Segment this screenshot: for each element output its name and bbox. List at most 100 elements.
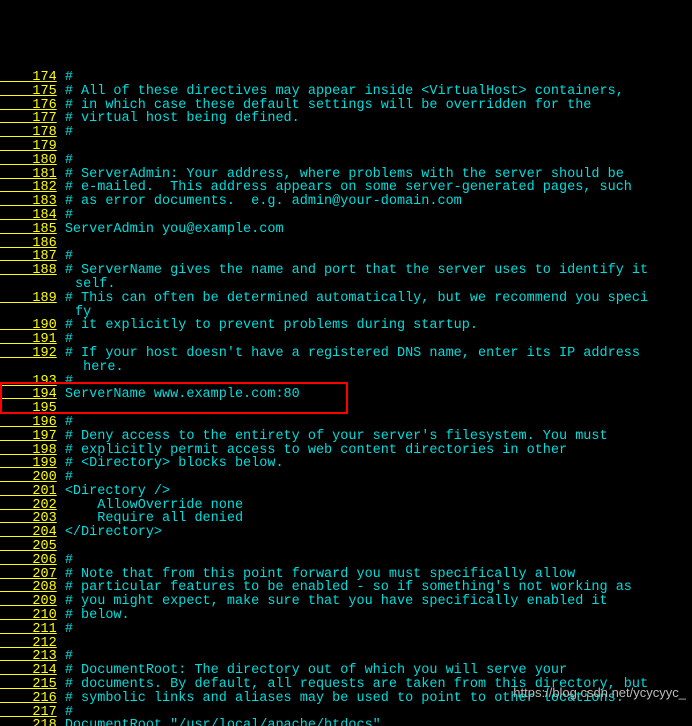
- line-number: 177: [0, 111, 57, 126]
- line-number: 194: [0, 387, 57, 402]
- line-number: 193: [0, 374, 57, 389]
- code-line: 187 #: [0, 250, 692, 264]
- code-line: 195: [0, 402, 692, 416]
- line-text: #: [57, 649, 73, 664]
- line-text: here.: [75, 360, 124, 375]
- line-text: # This can often be determined automatic…: [57, 291, 648, 306]
- line-text: AllowOverride none: [57, 498, 243, 513]
- line-number: 176: [0, 98, 57, 113]
- code-line: 204 </Directory>: [0, 526, 692, 540]
- code-line: 211 #: [0, 623, 692, 637]
- code-line: 203 Require all denied: [0, 512, 692, 526]
- line-text: # DocumentRoot: The directory out of whi…: [57, 663, 567, 678]
- line-number: 189: [0, 291, 57, 306]
- code-line: 176 # in which case these default settin…: [0, 99, 692, 113]
- line-number: 199: [0, 456, 57, 471]
- line-text: # ServerAdmin: Your address, where probl…: [57, 167, 624, 182]
- line-text: # explicitly permit access to web conten…: [57, 443, 567, 458]
- code-line: 207 # Note that from this point forward …: [0, 568, 692, 582]
- line-number: 187: [0, 249, 57, 264]
- code-line: 189 # This can often be determined autom…: [0, 292, 692, 306]
- line-number: 198: [0, 443, 57, 458]
- code-line: 182 # e-mailed. This address appears on …: [0, 181, 692, 195]
- line-number: 205: [0, 539, 57, 554]
- code-line: 190 # it explicitly to prevent problems …: [0, 319, 692, 333]
- line-text: #: [57, 153, 73, 168]
- line-text: ServerName www.example.com:80: [57, 387, 300, 402]
- line-number: 214: [0, 663, 57, 678]
- code-line: 191 #: [0, 333, 692, 347]
- line-text: #: [57, 470, 73, 485]
- code-line: 183 # as error documents. e.g. admin@you…: [0, 195, 692, 209]
- line-number: 207: [0, 567, 57, 582]
- code-line: 188 # ServerName gives the name and port…: [0, 264, 692, 278]
- code-line: 194 ServerName www.example.com:80: [0, 388, 692, 402]
- code-line: 197 # Deny access to the entirety of you…: [0, 430, 692, 444]
- code-line: 177 # virtual host being defined.: [0, 112, 692, 126]
- code-line: 208 # particular features to be enabled …: [0, 581, 692, 595]
- line-number: 175: [0, 84, 57, 99]
- line-text: [57, 401, 65, 416]
- line-number: 209: [0, 594, 57, 609]
- line-number: 212: [0, 636, 57, 651]
- watermark-text: https://blog.csdn.net/ycycyyc_: [513, 686, 686, 700]
- line-number: 217: [0, 705, 57, 720]
- line-number: 211: [0, 622, 57, 637]
- code-line: 205: [0, 540, 692, 554]
- code-line: 192 # If your host doesn't have a regist…: [0, 347, 692, 361]
- line-text: #: [57, 374, 73, 389]
- line-text: <Directory />: [57, 484, 170, 499]
- line-number: 200: [0, 470, 57, 485]
- code-line: 193 #: [0, 375, 692, 389]
- code-line: 217 #: [0, 706, 692, 720]
- line-text: # below.: [57, 608, 130, 623]
- line-text: Require all denied: [57, 511, 243, 526]
- line-number: 178: [0, 125, 57, 140]
- line-number: 216: [0, 691, 57, 706]
- code-line: 218 DocumentRoot "/usr/local/apache/htdo…: [0, 719, 692, 726]
- line-number: 215: [0, 677, 57, 692]
- code-line: 185 ServerAdmin you@example.com: [0, 223, 692, 237]
- code-line: 178 #: [0, 126, 692, 140]
- line-text: # All of these directives may appear ins…: [57, 84, 624, 99]
- line-number: 188: [0, 263, 57, 278]
- line-text: ServerAdmin you@example.com: [57, 222, 284, 237]
- code-line: 214 # DocumentRoot: The directory out of…: [0, 664, 692, 678]
- code-line: 202 AllowOverride none: [0, 499, 692, 513]
- line-text: #: [57, 70, 73, 85]
- line-text: [57, 636, 65, 651]
- line-text: # particular features to be enabled - so…: [57, 580, 632, 595]
- line-text: self.: [75, 277, 116, 292]
- code-line: 199 # <Directory> blocks below.: [0, 457, 692, 471]
- code-line: 181 # ServerAdmin: Your address, where p…: [0, 168, 692, 182]
- line-number: 202: [0, 498, 57, 513]
- code-line: 174 #: [0, 71, 692, 85]
- line-number: 213: [0, 649, 57, 664]
- line-text: [57, 139, 65, 154]
- line-text: #: [57, 553, 73, 568]
- code-line: 210 # below.: [0, 609, 692, 623]
- line-text: #: [57, 332, 73, 347]
- line-text: # it explicitly to prevent problems duri…: [57, 318, 478, 333]
- code-line: 206 #: [0, 554, 692, 568]
- line-number: 183: [0, 194, 57, 209]
- line-text: # as error documents. e.g. admin@your-do…: [57, 194, 462, 209]
- code-line: 175 # All of these directives may appear…: [0, 85, 692, 99]
- line-number: 190: [0, 318, 57, 333]
- line-text: # <Directory> blocks below.: [57, 456, 284, 471]
- line-number: 210: [0, 608, 57, 623]
- line-text: #: [57, 249, 73, 264]
- line-number: 208: [0, 580, 57, 595]
- terminal-output[interactable]: 174 # 175 # All of these directives may …: [0, 69, 692, 726]
- line-text: [57, 539, 65, 554]
- line-number: 186: [0, 236, 57, 251]
- line-number: 180: [0, 153, 57, 168]
- line-text: fy: [75, 305, 91, 320]
- code-line: 198 # explicitly permit access to web co…: [0, 444, 692, 458]
- line-text: # ServerName gives the name and port tha…: [57, 263, 648, 278]
- line-number: 192: [0, 346, 57, 361]
- line-number: 197: [0, 429, 57, 444]
- code-line-continuation: here.: [0, 361, 692, 375]
- code-line: 179: [0, 140, 692, 154]
- line-text: #: [57, 208, 73, 223]
